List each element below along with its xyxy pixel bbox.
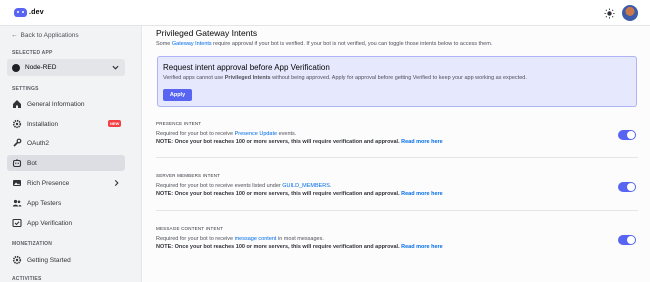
intent-description: Required for your bot to receive events … xyxy=(156,183,331,189)
verified-icon xyxy=(11,218,22,229)
intent-note: NOTE: Once your bot reaches 100 or more … xyxy=(156,244,443,250)
message-content-intent-toggle[interactable] xyxy=(618,235,636,245)
logo-text: .dev xyxy=(29,9,44,16)
divider xyxy=(156,210,638,211)
sun-icon[interactable] xyxy=(604,8,615,19)
gateway-intents-link[interactable]: Gateway Intents xyxy=(172,41,212,47)
subtitle-text: require approval if your bot is verified… xyxy=(211,41,493,47)
home-icon xyxy=(11,99,22,110)
intent-note: NOTE: Once your bot reaches 100 or more … xyxy=(156,191,443,197)
intent-note-text: NOTE: Once your bot reaches 100 or more … xyxy=(156,191,400,197)
sidebar: ← Back to Applications SELECTED APP Node… xyxy=(0,26,142,282)
intent-desc-text: . xyxy=(329,183,332,189)
back-to-applications-link[interactable]: ← Back to Applications xyxy=(11,32,79,39)
app-icon xyxy=(12,63,20,72)
discord-logo-icon xyxy=(14,8,27,17)
bot-icon xyxy=(11,158,22,169)
new-badge: NEW xyxy=(108,120,122,127)
intent-title: SERVER MEMBERS INTENT xyxy=(156,173,221,178)
intent-note: NOTE: Once your bot reaches 100 or more … xyxy=(156,139,443,145)
read-more-link[interactable]: Read more here xyxy=(401,139,443,145)
intent-desc-text: Required for your bot to receive xyxy=(156,131,235,137)
sidebar-item-getting-started[interactable]: Getting Started xyxy=(7,252,125,268)
read-more-link[interactable]: Read more here xyxy=(401,191,443,197)
monetization-heading: MONETIZATION xyxy=(12,241,53,247)
image-icon xyxy=(11,178,22,189)
settings-heading: SETTINGS xyxy=(12,86,39,92)
notice-bold-text: Privileged Intents xyxy=(224,75,271,81)
sidebar-item-oauth2[interactable]: OAuth2 xyxy=(7,135,125,151)
intent-note-text: NOTE: Once your bot reaches 100 or more … xyxy=(156,244,400,250)
sidebar-item-label: Getting Started xyxy=(27,256,71,264)
sidebar-item-rich-presence[interactable]: Rich Presence xyxy=(7,175,125,191)
chevron-right-icon xyxy=(114,179,119,187)
divider xyxy=(156,157,638,158)
guild-members-link[interactable]: GUILD_MEMBERS xyxy=(282,183,330,189)
page-title: Privileged Gateway Intents xyxy=(156,28,258,38)
server-members-intent-toggle[interactable] xyxy=(618,182,636,192)
section-subtitle: Some Gateway Intents require approval if… xyxy=(156,41,492,47)
main-panel: Privileged Gateway Intents Some Gateway … xyxy=(143,26,650,282)
sidebar-item-installation[interactable]: Installation NEW xyxy=(7,116,125,132)
sidebar-item-label: App Testers xyxy=(27,199,62,207)
notice-body: Verified apps cannot use Privileged Inte… xyxy=(163,75,527,81)
sidebar-item-label: General Information xyxy=(27,100,85,108)
notice-title: Request intent approval before App Verif… xyxy=(163,63,330,72)
sidebar-item-label: Installation xyxy=(27,120,59,128)
intent-title: PRESENCE INTENT xyxy=(156,121,202,126)
intent-desc-text: events. xyxy=(277,131,297,137)
intent-description: Required for your bot to receive message… xyxy=(156,236,324,242)
intent-desc-text: Required for your bot to receive events … xyxy=(156,183,283,189)
sidebar-item-label: OAuth2 xyxy=(27,139,50,147)
selected-app-name: Node-RED xyxy=(25,64,57,71)
notice-text: Verified apps cannot use xyxy=(163,75,225,81)
discord-dev-logo[interactable]: .dev xyxy=(14,8,44,17)
selected-app-heading: SELECTED APP xyxy=(12,50,53,56)
presence-update-link[interactable]: Presence Update xyxy=(235,131,278,137)
gear-icon xyxy=(11,255,22,266)
wrench-icon xyxy=(11,138,22,149)
presence-intent-toggle[interactable] xyxy=(618,130,636,140)
intent-note-text: NOTE: Once your bot reaches 100 or more … xyxy=(156,139,400,145)
sidebar-item-bot[interactable]: Bot xyxy=(7,155,125,171)
intent-desc-text: in most messages. xyxy=(276,236,324,242)
intent-title: MESSAGE CONTENT INTENT xyxy=(156,226,224,231)
intent-description: Required for your bot to receive Presenc… xyxy=(156,131,296,137)
sidebar-item-app-verification[interactable]: App Verification xyxy=(7,215,125,231)
notice-text: without being approved. Apply for approv… xyxy=(270,75,527,81)
read-more-link[interactable]: Read more here xyxy=(401,244,443,250)
intent-approval-notice: Request intent approval before App Verif… xyxy=(157,56,637,107)
sidebar-item-label: Bot xyxy=(27,159,37,167)
chevron-down-icon xyxy=(112,65,119,70)
app-selector[interactable]: Node-RED xyxy=(7,59,125,76)
sidebar-item-label: App Verification xyxy=(27,219,73,227)
sidebar-item-general-information[interactable]: General Information xyxy=(7,96,125,112)
intent-desc-text: Required for your bot to receive xyxy=(156,236,235,242)
activities-heading: ACTIVITIES xyxy=(12,276,42,282)
subtitle-text: Some xyxy=(156,41,172,47)
top-bar: .dev xyxy=(0,0,650,26)
back-label: Back to Applications xyxy=(20,32,79,39)
users-icon xyxy=(11,198,22,209)
gear-icon xyxy=(11,119,22,130)
sidebar-item-label: Rich Presence xyxy=(27,179,70,187)
apply-button[interactable]: Apply xyxy=(163,89,192,101)
sidebar-item-app-testers[interactable]: App Testers xyxy=(7,195,125,211)
arrow-left-icon: ← xyxy=(11,32,18,39)
message-content-link[interactable]: message content xyxy=(235,236,277,242)
user-avatar[interactable] xyxy=(622,5,638,21)
